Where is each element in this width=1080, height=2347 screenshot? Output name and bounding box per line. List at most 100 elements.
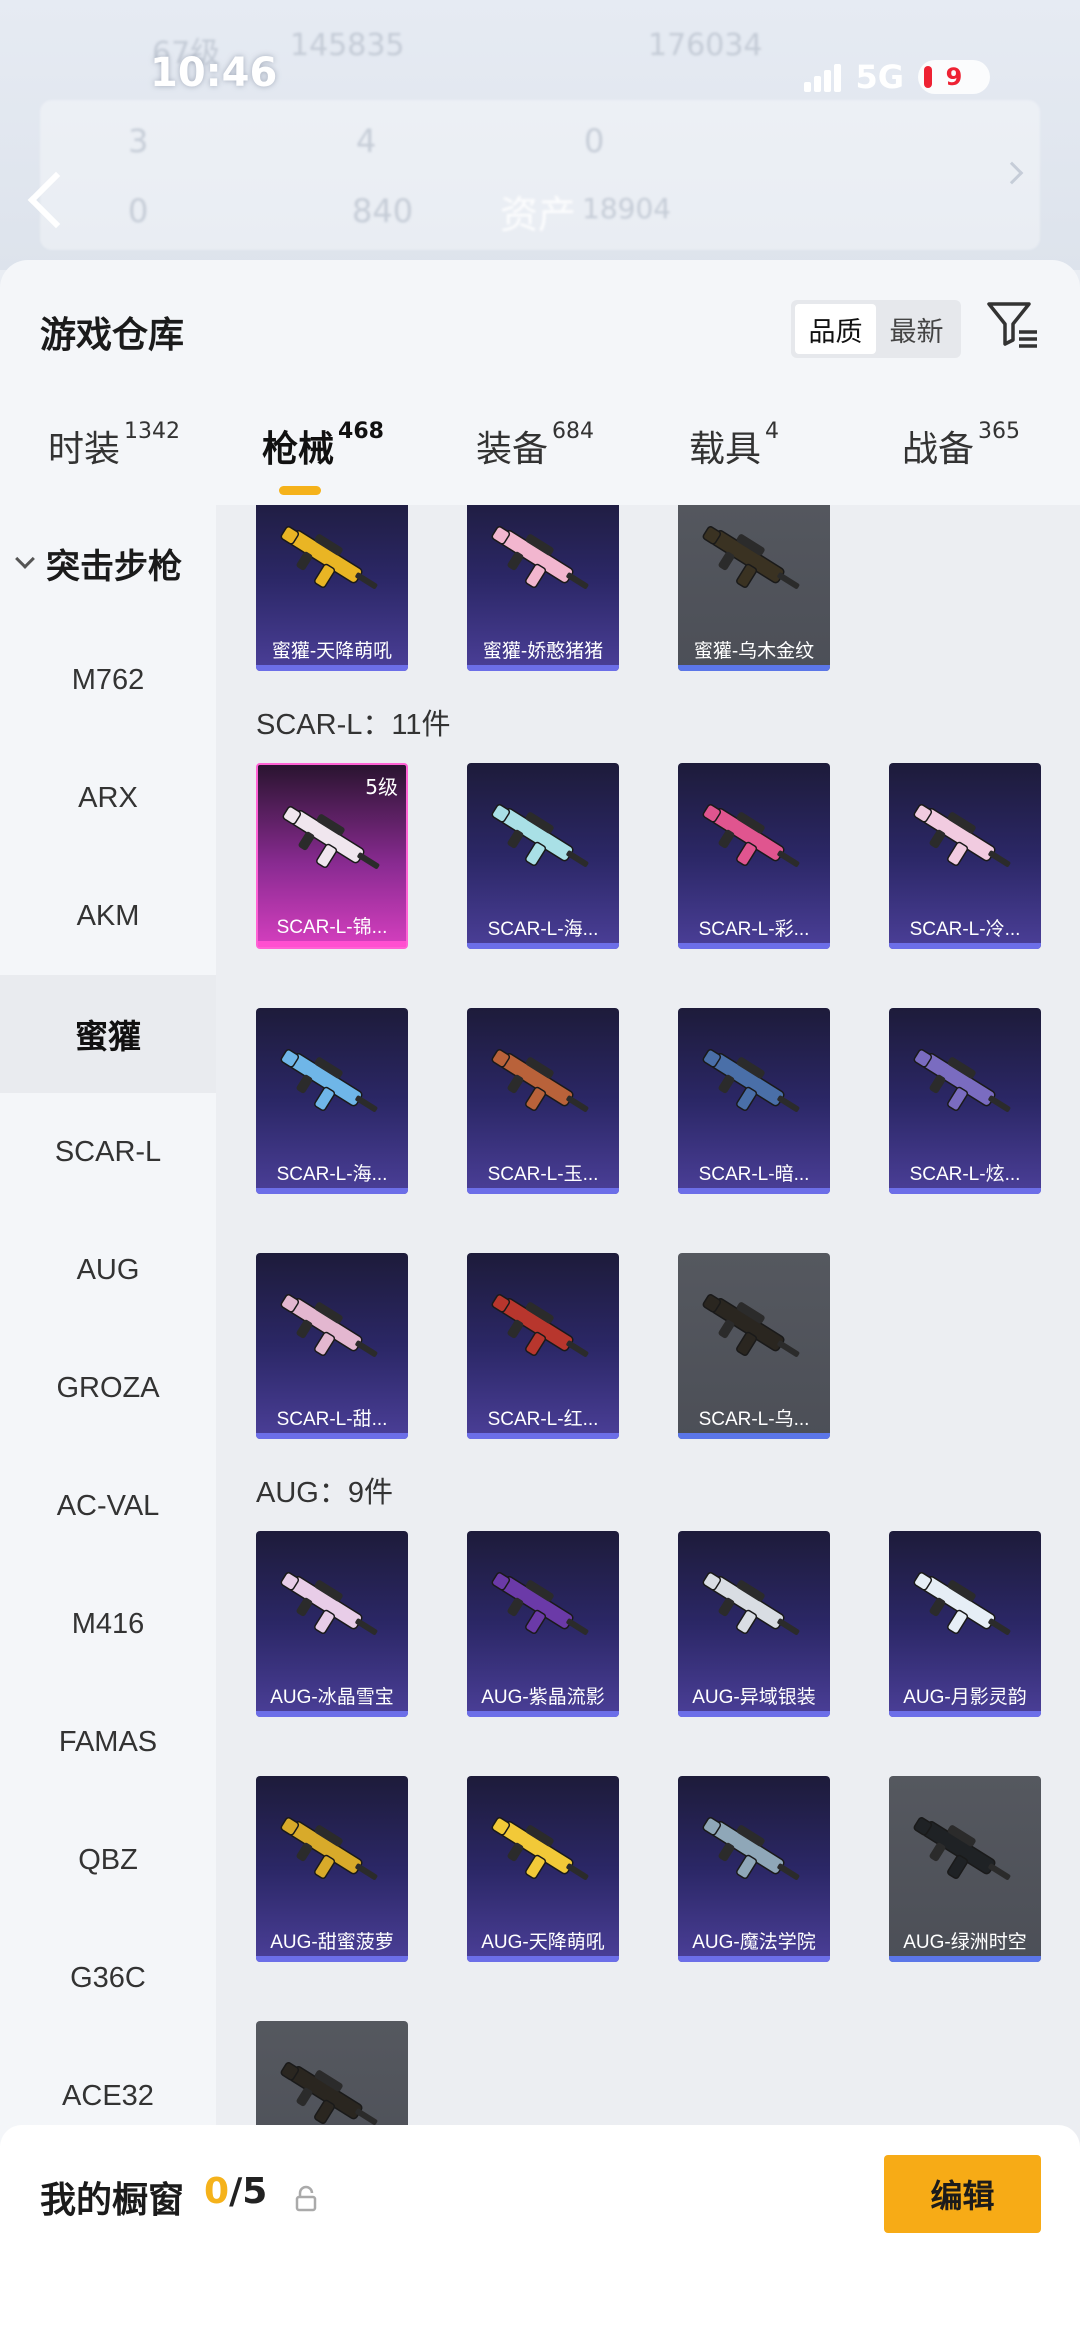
weapon-skin-card[interactable]: AUG-绿洲时空 (889, 1776, 1041, 1962)
sheet-header: 游戏仓库 品质 最新 (0, 260, 1080, 390)
weapon-skin-card[interactable]: AUG-魔法学院 (678, 1776, 830, 1962)
weapon-grid: 蜜獾-天降萌吼 蜜獾-娇憨猪猪 蜜獾-乌木金纹 SCAR-L：11件 5级 SC… (216, 505, 1080, 2347)
sort-option-quality[interactable]: 品质 (795, 304, 876, 354)
skin-name: AUG-冰晶雪宝 (270, 1687, 394, 1708)
weapon-skin-card[interactable]: SCAR-L-海... (467, 763, 619, 949)
tab-firearms[interactable]: 枪械 468 (262, 419, 384, 472)
rarity-bar (889, 1711, 1041, 1717)
sidebar-item[interactable]: AUG (0, 1211, 216, 1329)
weapon-skin-card[interactable]: SCAR-L-红... (467, 1253, 619, 1439)
weapon-skin-icon (491, 1049, 589, 1112)
rarity-bar (678, 1433, 830, 1439)
rarity-bar (889, 1956, 1041, 1962)
section-label: AUG：9件 (256, 1477, 393, 1509)
weapon-skin-icon (280, 526, 378, 589)
weapon-skin-icon (282, 806, 380, 869)
weapon-skin-card[interactable]: 蜜獾-乌木金纹 (678, 505, 830, 671)
tab-count: 684 (552, 419, 595, 444)
tab-supplies[interactable]: 战备 365 (902, 419, 1020, 472)
rarity-bar (467, 1711, 619, 1717)
tab-label: 时装 (48, 429, 121, 470)
rarity-bar (678, 1188, 830, 1194)
filter-icon[interactable] (985, 298, 1039, 352)
weapon-skin-icon (280, 1049, 378, 1112)
showcase-current: 0 (204, 2171, 230, 2212)
rarity-bar (678, 943, 830, 949)
tab-vehicles[interactable]: 载具 4 (689, 419, 780, 472)
skin-name: AUG-魔法学院 (692, 1932, 816, 1953)
weapon-skin-card[interactable]: AUG-天降萌吼 (467, 1776, 619, 1962)
tab-label: 载具 (689, 429, 762, 470)
chevron-down-icon (15, 549, 35, 569)
sidebar-item[interactable]: M416 (0, 1565, 216, 1683)
skin-name: AUG-绿洲时空 (903, 1932, 1027, 1953)
bg-score-a: 145835 (290, 28, 405, 63)
sidebar-item[interactable]: GROZA (0, 1329, 216, 1447)
sidebar-category-label: 突击步枪 (46, 546, 182, 587)
weapon-skin-card[interactable]: AUG-月影灵韵 (889, 1531, 1041, 1717)
weapon-skin-card[interactable]: AUG-异域银装 (678, 1531, 830, 1717)
sidebar-item[interactable]: QBZ (0, 1801, 216, 1919)
skin-name: SCAR-L-乌... (698, 1409, 810, 1430)
rarity-bar (256, 1188, 408, 1194)
weapon-skin-icon (913, 1572, 1011, 1635)
showcase-total: /5 (229, 2171, 268, 2212)
sidebar-item[interactable]: FAMAS (0, 1683, 216, 1801)
rarity-bar (258, 941, 406, 947)
weapon-skin-icon (702, 526, 800, 589)
weapon-skin-card[interactable]: SCAR-L-炫... (889, 1008, 1041, 1194)
tab-fashion[interactable]: 时装 1342 (48, 419, 180, 472)
active-tab-indicator (279, 486, 321, 495)
weapon-skin-card[interactable]: 5级 SCAR-L-锦... (256, 763, 408, 949)
weapon-skin-card[interactable]: 蜜獾-娇憨猪猪 (467, 505, 619, 671)
weapon-skin-card[interactable]: SCAR-L-乌... (678, 1253, 830, 1439)
skin-name: 蜜獾-天降萌吼 (271, 641, 393, 662)
weapon-skin-card[interactable]: AUG-甜蜜菠萝 (256, 1776, 408, 1962)
rarity-bar (678, 665, 830, 671)
rarity-bar (256, 665, 408, 671)
signal-icon (804, 62, 842, 92)
sidebar-category-header[interactable]: 突击步枪 (0, 505, 216, 621)
skin-name: SCAR-L-红... (487, 1409, 599, 1430)
weapon-skin-icon (702, 1572, 800, 1635)
skin-name: SCAR-L-冷... (909, 919, 1021, 940)
weapon-skin-card[interactable]: SCAR-L-冷... (889, 763, 1041, 949)
weapon-skin-card[interactable]: AUG-冰晶雪宝 (256, 1531, 408, 1717)
rarity-bar (467, 1188, 619, 1194)
weapon-skin-card[interactable]: SCAR-L-暗... (678, 1008, 830, 1194)
weapon-skin-card[interactable]: SCAR-L-彩... (678, 763, 830, 949)
weapon-skin-card[interactable]: SCAR-L-玉... (467, 1008, 619, 1194)
weapon-skin-icon (280, 1294, 378, 1357)
sidebar-item[interactable]: ARX (0, 739, 216, 857)
tab-equipment[interactable]: 装备 684 (476, 419, 595, 472)
weapon-skin-card[interactable]: 蜜獾-天降萌吼 (256, 505, 408, 671)
weapon-skin-icon (913, 804, 1011, 867)
sidebar-item[interactable]: SCAR-L (0, 1093, 216, 1211)
sidebar-item[interactable]: G36C (0, 1919, 216, 2037)
skin-name: SCAR-L-玉... (487, 1164, 599, 1185)
battery-level: 9 (945, 63, 963, 91)
weapon-skin-icon (913, 1049, 1011, 1112)
tab-label: 枪械 (262, 429, 335, 470)
rarity-bar (467, 1433, 619, 1439)
weapon-skin-card[interactable]: SCAR-L-海... (256, 1008, 408, 1194)
rarity-bar (678, 1711, 830, 1717)
tab-count: 4 (765, 419, 780, 444)
sidebar-item[interactable]: M762 (0, 621, 216, 739)
tab-label: 装备 (476, 429, 549, 470)
battery-icon: 9 (918, 60, 990, 94)
skin-name: SCAR-L-锦... (276, 917, 388, 938)
sidebar-item[interactable]: AKM (0, 857, 216, 975)
weapon-skin-icon (702, 1294, 800, 1357)
rarity-bar (889, 943, 1041, 949)
weapon-skin-icon (702, 1817, 800, 1880)
sidebar-item[interactable]: 蜜獾 (0, 975, 216, 1093)
edit-button[interactable]: 编辑 (884, 2155, 1041, 2233)
rarity-bar (256, 1433, 408, 1439)
sort-option-latest[interactable]: 最新 (876, 304, 957, 354)
weapon-skin-card[interactable]: AUG-紫晶流影 (467, 1531, 619, 1717)
tab-count: 468 (338, 419, 384, 444)
sidebar-item[interactable]: AC-VAL (0, 1447, 216, 1565)
weapon-skin-card[interactable]: SCAR-L-甜... (256, 1253, 408, 1439)
status-indicators: 5G 9 (804, 58, 990, 96)
